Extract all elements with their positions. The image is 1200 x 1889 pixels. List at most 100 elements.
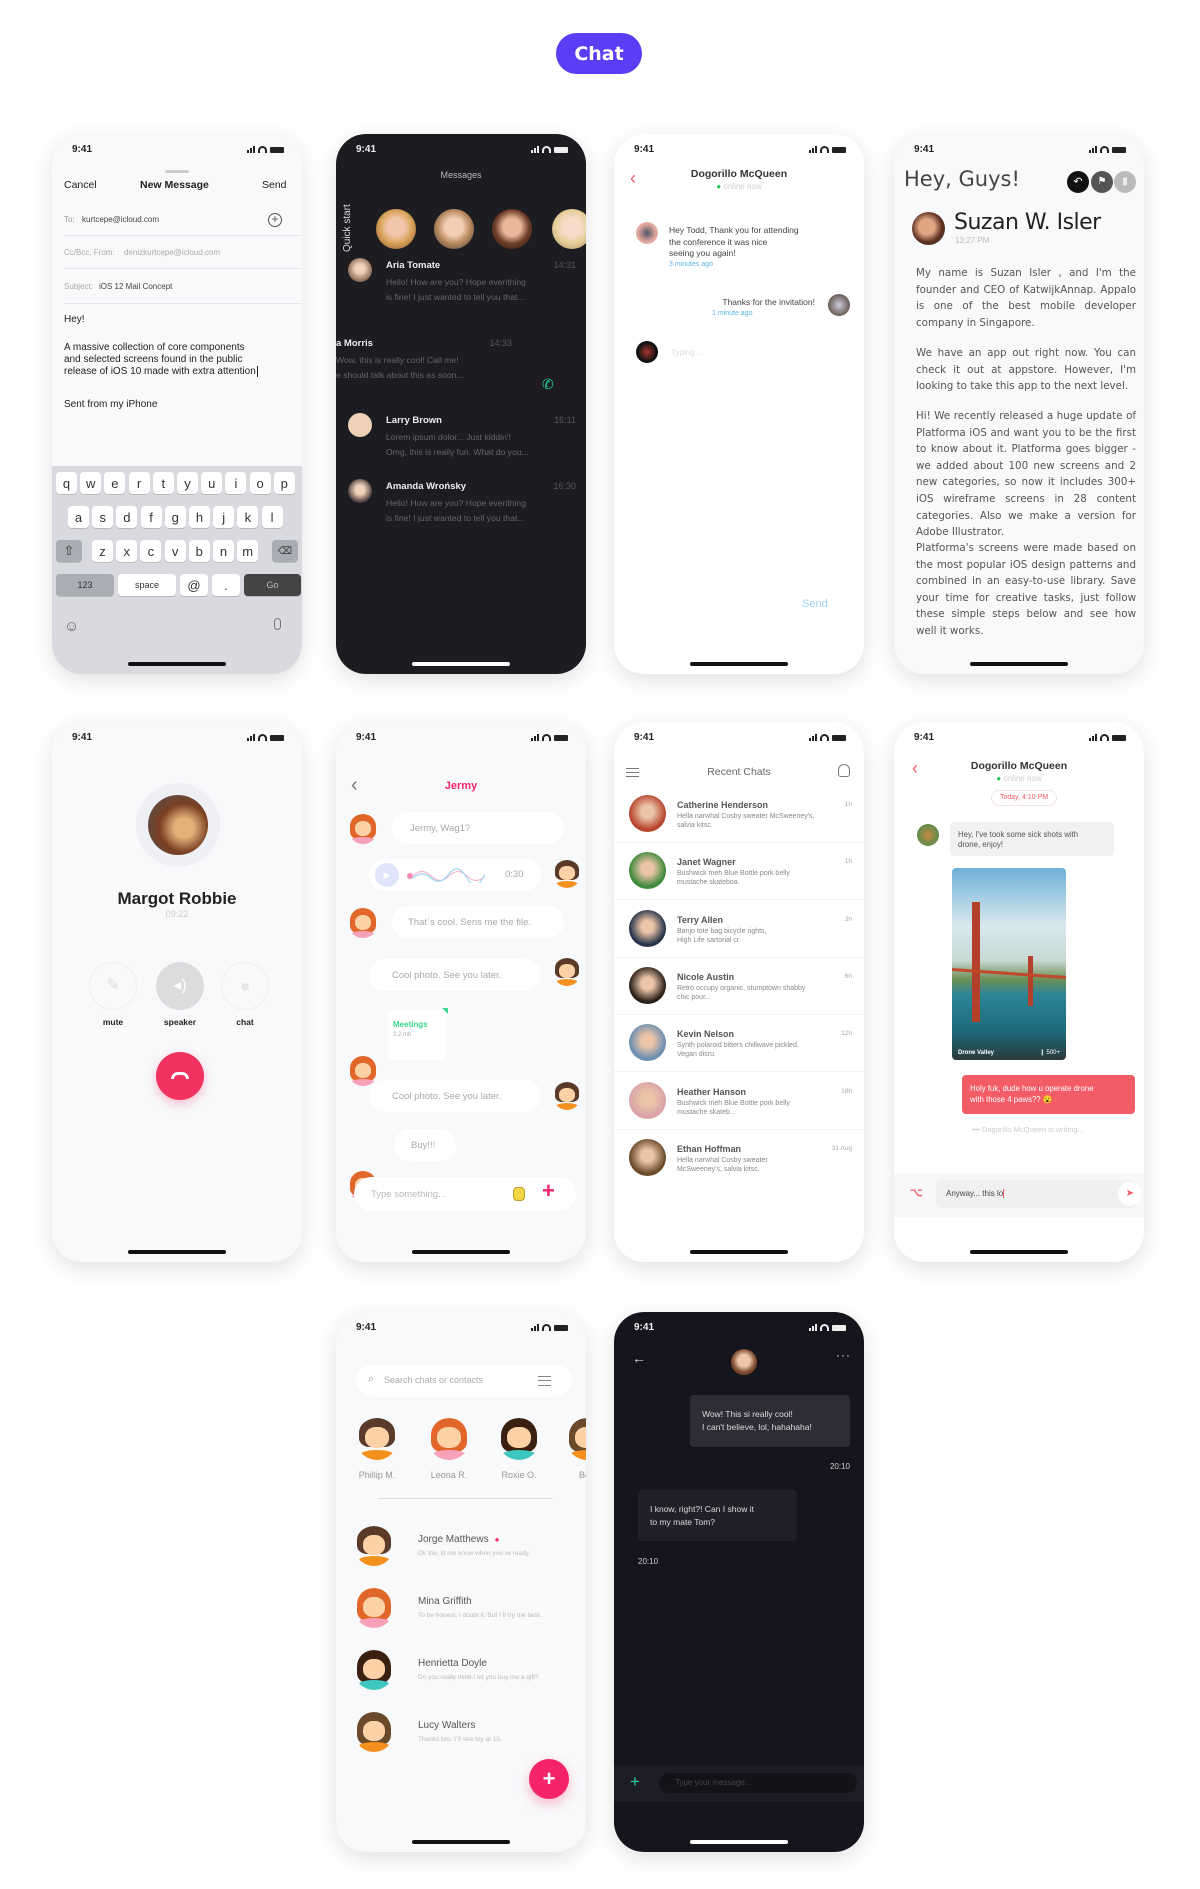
search-input[interactable]: Search chats or contacts — [384, 1375, 483, 1385]
add-icon[interactable]: + — [630, 1772, 640, 1792]
key-c[interactable]: c — [140, 540, 162, 562]
contacts-icon[interactable] — [838, 764, 850, 777]
dot-key[interactable]: . — [212, 574, 240, 596]
key-k[interactable]: k — [237, 506, 259, 528]
key-w[interactable]: w — [80, 472, 102, 494]
numbers-key[interactable]: 123 — [56, 574, 114, 596]
contact-avatar[interactable] — [348, 258, 372, 282]
favorite-name[interactable]: Leona R. — [418, 1470, 480, 1480]
send-icon[interactable]: ➤ — [1118, 1182, 1142, 1206]
key-n[interactable]: n — [213, 540, 234, 562]
trash-icon[interactable]: ▮ — [1114, 171, 1136, 193]
contact-row[interactable]: Jorge Matthews ● Ok the, lit me know when… — [418, 1534, 586, 1564]
contact-avatar[interactable] — [348, 413, 372, 437]
flag-icon[interactable]: ⚑ — [1091, 171, 1113, 193]
contact-avatar[interactable] — [348, 479, 372, 503]
chat-row[interactable]: Heather Hanson 18h Bushwick meh Blue Bot… — [614, 1073, 864, 1130]
voice-message[interactable]: ▶ 0:30 — [369, 859, 541, 891]
boy-avatar[interactable] — [553, 1082, 581, 1110]
speaker-button[interactable]: ◂) — [156, 962, 204, 1010]
emoji-icon[interactable]: ☺ — [64, 618, 79, 635]
key-h[interactable]: h — [189, 506, 210, 528]
contact-row[interactable]: Henrietta Doyle Do you really think I le… — [418, 1658, 586, 1688]
subject-field[interactable]: iOS 12 Mail Concept — [99, 282, 172, 291]
key-e[interactable]: e — [104, 472, 126, 494]
favorite-avatar[interactable] — [498, 1418, 540, 1460]
emoji-icon[interactable] — [513, 1187, 525, 1201]
microphone-icon[interactable] — [274, 618, 281, 630]
mute-button[interactable]: ✎ — [89, 962, 137, 1010]
attachment-icon[interactable]: ⌥ — [910, 1186, 923, 1199]
girl-avatar[interactable] — [348, 908, 378, 938]
file-attachment[interactable]: Meetings 2.2 mb — [388, 1008, 448, 1060]
play-icon[interactable]: ▶ — [375, 863, 399, 887]
key-f[interactable]: f — [140, 506, 162, 528]
favorite-avatar[interactable] — [356, 1418, 398, 1460]
key-r[interactable]: r — [128, 472, 150, 494]
at-key[interactable]: @ — [180, 574, 208, 596]
key-m[interactable]: m — [237, 540, 259, 562]
back-arrow-icon[interactable]: ← — [632, 1350, 646, 1366]
key-v[interactable]: v — [164, 540, 186, 562]
quick-start-avatar[interactable] — [376, 209, 416, 249]
key-t[interactable]: t — [152, 472, 174, 494]
favorite-name[interactable]: Bett — [556, 1470, 586, 1480]
hang-up-button[interactable] — [156, 1052, 204, 1100]
chat-title-button[interactable]: Chat — [556, 33, 642, 74]
add-contact-icon[interactable]: + — [268, 213, 282, 227]
contact-avatar[interactable] — [354, 1650, 394, 1690]
more-options-icon[interactable]: ··· — [836, 1348, 851, 1362]
chat-button[interactable]: ● — [221, 962, 269, 1010]
message-input[interactable]: Anyway... this lo — [936, 1180, 1137, 1208]
quick-start-avatar[interactable] — [552, 209, 586, 249]
space-key[interactable]: space — [118, 574, 176, 596]
chat-row[interactable]: Janet Wagner 1h Bushwick meh Blue Bottle… — [614, 843, 864, 901]
contact-avatar[interactable] — [354, 1526, 394, 1566]
chat-row[interactable]: Ethan Hoffman 31 Aug Hella narwhal Cosby… — [614, 1130, 864, 1187]
send-button[interactable]: Send — [802, 598, 828, 610]
boy-avatar[interactable] — [553, 958, 581, 986]
contact-avatar[interactable] — [354, 1712, 394, 1752]
key-l[interactable]: l — [261, 506, 283, 528]
key-j[interactable]: j — [213, 506, 235, 528]
key-d[interactable]: d — [116, 506, 138, 528]
shift-key[interactable]: ⇧ — [56, 540, 82, 562]
girl-avatar[interactable] — [348, 814, 378, 844]
contact-avatar[interactable] — [731, 1349, 757, 1375]
add-attachment-icon[interactable]: + — [542, 1178, 555, 1204]
body-text[interactable]: A massive collection of core components … — [64, 342, 258, 378]
chat-row[interactable]: Kevin Nelson 12h Synth polaroid bitters … — [614, 1015, 864, 1073]
favorite-name[interactable]: Roxie O. — [488, 1470, 550, 1480]
quick-start-avatar[interactable] — [434, 209, 474, 249]
contact-row[interactable]: Mina Griffith To be honest, I doubt it. … — [418, 1596, 586, 1626]
favorite-name[interactable]: Phillip M. — [346, 1470, 408, 1480]
contact-avatar[interactable] — [354, 1588, 394, 1628]
chat-row[interactable]: Nicole Austin 6h Retro occupy organic, s… — [614, 958, 864, 1015]
quick-start-avatar[interactable] — [492, 209, 532, 249]
chat-row[interactable]: Terry Allen 3h Banjo tote bag bicycle ri… — [614, 901, 864, 958]
girl-avatar[interactable] — [348, 1056, 378, 1086]
key-i[interactable]: i — [225, 472, 247, 494]
reply-icon[interactable]: ↶ — [1067, 171, 1089, 193]
key-b[interactable]: b — [188, 540, 210, 562]
go-key[interactable]: Go — [244, 574, 301, 596]
key-z[interactable]: z — [92, 540, 113, 562]
call-icon[interactable]: ✆ — [542, 376, 554, 393]
message-input[interactable]: Type your message... — [659, 1773, 857, 1793]
new-chat-fab[interactable]: + — [529, 1759, 569, 1799]
backspace-key[interactable]: ⌫ — [272, 540, 298, 562]
chat-row[interactable]: Catherine Henderson 1h Hella narwhal Cos… — [614, 786, 864, 843]
favorite-avatar[interactable] — [428, 1418, 470, 1460]
key-u[interactable]: u — [201, 472, 223, 494]
key-o[interactable]: o — [249, 472, 271, 494]
key-p[interactable]: p — [273, 472, 295, 494]
menu-icon[interactable] — [538, 1376, 551, 1386]
cc-field[interactable]: denizkurtcepe@icloud.com — [124, 248, 220, 257]
shared-photo[interactable]: Drone Valley ❙ 500+ — [952, 868, 1066, 1060]
grabber[interactable] — [165, 170, 189, 173]
key-y[interactable]: y — [177, 472, 198, 494]
key-a[interactable]: a — [68, 506, 89, 528]
key-s[interactable]: s — [92, 506, 114, 528]
key-x[interactable]: x — [116, 540, 138, 562]
contact-row[interactable]: Lucy Walters Thanks bro. I`ll see toy at… — [418, 1720, 586, 1750]
